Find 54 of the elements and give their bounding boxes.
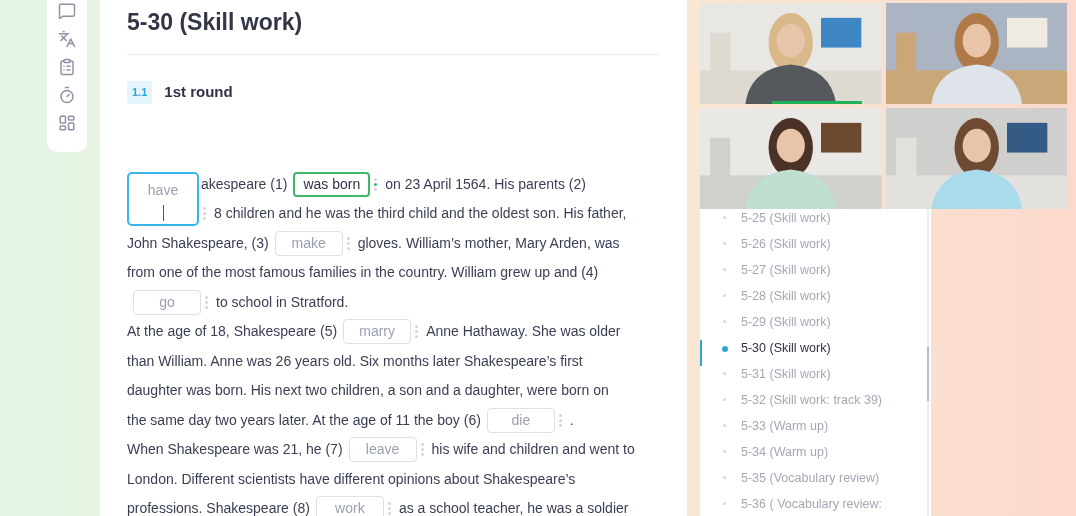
passage-text: John Shakespeare, (3) (127, 233, 269, 253)
lesson-item[interactable]: 5-26 (Skill work) (700, 236, 931, 262)
lesson-item[interactable]: 5-32 (Skill work: track 39) (700, 392, 931, 418)
answer-field[interactable]: make (274, 230, 343, 256)
lesson-item[interactable]: 5-33 (Warm up) (700, 418, 931, 444)
clipboard-icon[interactable] (58, 58, 76, 76)
passage-text: gloves. William’s mother, Mary Arden, was (357, 233, 620, 253)
passage-text: from one of the most famous families in the country. William grew up and (4) (127, 263, 599, 283)
lesson-item[interactable]: 5-34 (Warm up) (700, 444, 931, 470)
drag-handle-icon[interactable] (374, 177, 378, 191)
passage-text: his wife and children and went to (431, 440, 635, 460)
passage-text: Anne Hathaway. She was older (426, 322, 621, 342)
passage-text: . (569, 410, 574, 430)
passage-text: on 23 April 1564. His parents (2) (385, 174, 586, 194)
message-icon[interactable] (58, 2, 76, 20)
lesson-item[interactable]: 5-29 (Skill work) (700, 314, 931, 340)
drag-handle-icon[interactable] (558, 413, 562, 427)
passage-text: professions. Shakespeare (8) (127, 499, 310, 516)
lesson-item[interactable]: 5-27 (Skill work) (700, 262, 931, 288)
timer-icon[interactable] (58, 86, 76, 104)
answer-field[interactable]: leave (348, 437, 417, 463)
passage-text: 8 children and he was the third child and the oldest son. His father, (214, 204, 627, 224)
lesson-item[interactable]: 5-28 (Skill work) (700, 288, 931, 314)
passage-text: akespeare (1) (201, 174, 288, 194)
answer-field[interactable]: go (133, 289, 201, 315)
passage-text: London. Different scientists have different opinions about Shakespeare’s (127, 469, 576, 489)
lesson-item[interactable]: 5-31 (Skill work) (700, 366, 931, 392)
drag-handle-icon[interactable] (205, 295, 208, 309)
passage-text: than William. Anne was 26 years old. Six months later Shakespeare’s first (127, 351, 583, 371)
answer-field[interactable]: was born (293, 171, 371, 197)
layout-icon[interactable] (58, 114, 76, 132)
passage-text: to school in Stratford. (216, 292, 349, 312)
lesson-item[interactable]: 5-25 (Skill work) (700, 210, 931, 236)
answer-field[interactable]: work (315, 496, 384, 516)
passage-text: the same day two years later. At the age of 11 the boy (6) (127, 410, 481, 430)
passage-text: as a school teacher, he was a soldier (398, 499, 629, 516)
lesson-item[interactable]: 5-36 ( Vocabulary review: (700, 496, 931, 516)
lesson-item[interactable]: 5-35 (Vocabulary review) (700, 470, 931, 496)
drag-handle-icon[interactable] (415, 325, 419, 339)
passage-text: daughter was born. His next two children, a son and a daughter, were born on (127, 381, 609, 401)
answer-field[interactable]: marry (343, 319, 412, 345)
text-cursor-icon (162, 205, 164, 222)
answer-field[interactable]: have (127, 172, 199, 227)
lesson-title: 5-30 (Skill work) (127, 8, 304, 37)
section-number: 1.1 (127, 81, 153, 104)
drag-handle-icon[interactable] (346, 236, 350, 250)
answer-field[interactable]: die (486, 407, 555, 433)
passage-text: When Shakespeare was 21, he (7) (127, 440, 343, 460)
drag-handle-icon[interactable] (420, 443, 424, 457)
drag-handle-icon[interactable] (203, 207, 206, 221)
passage-text: At the age of 18, Shakespeare (5) (127, 322, 338, 342)
drag-handle-icon[interactable] (387, 502, 391, 516)
section-title: 1st round (164, 82, 233, 102)
translate-icon[interactable] (58, 30, 76, 48)
